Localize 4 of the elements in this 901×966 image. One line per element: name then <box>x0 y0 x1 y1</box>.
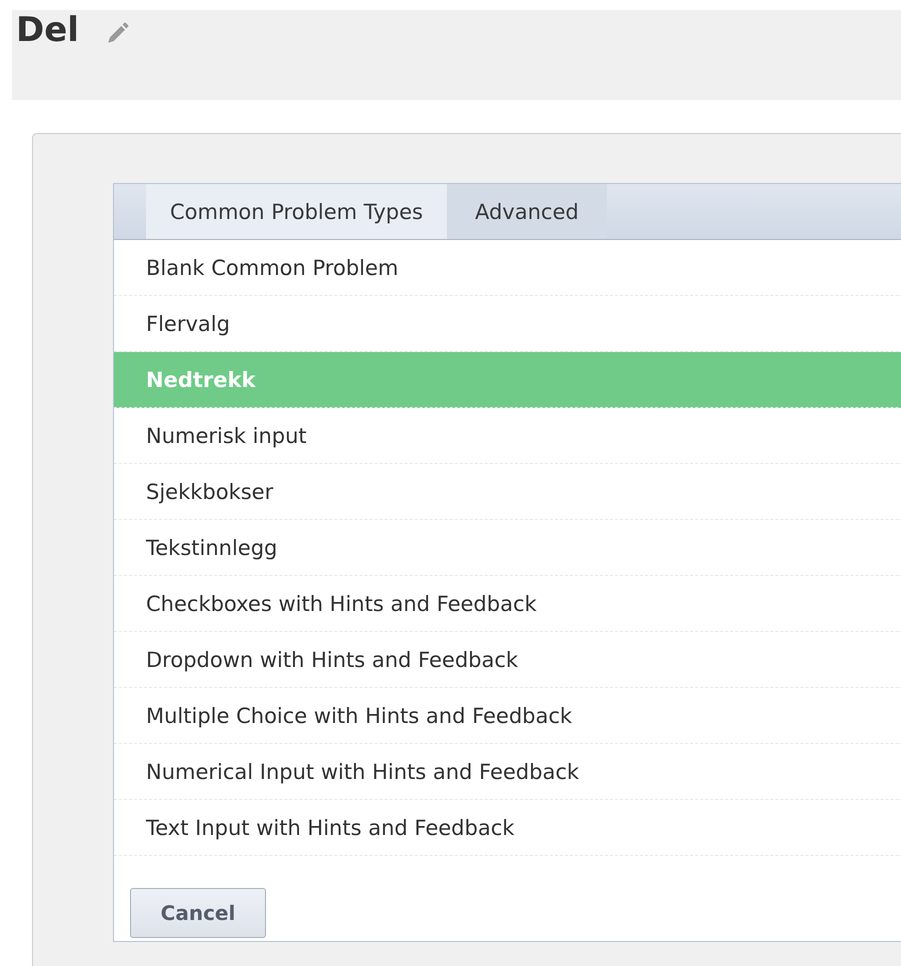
page-title: Del <box>16 10 79 50</box>
tab[interactable]: Advanced <box>446 184 607 239</box>
cancel-button[interactable]: Cancel <box>130 888 266 938</box>
tab[interactable]: Common Problem Types <box>146 184 447 239</box>
